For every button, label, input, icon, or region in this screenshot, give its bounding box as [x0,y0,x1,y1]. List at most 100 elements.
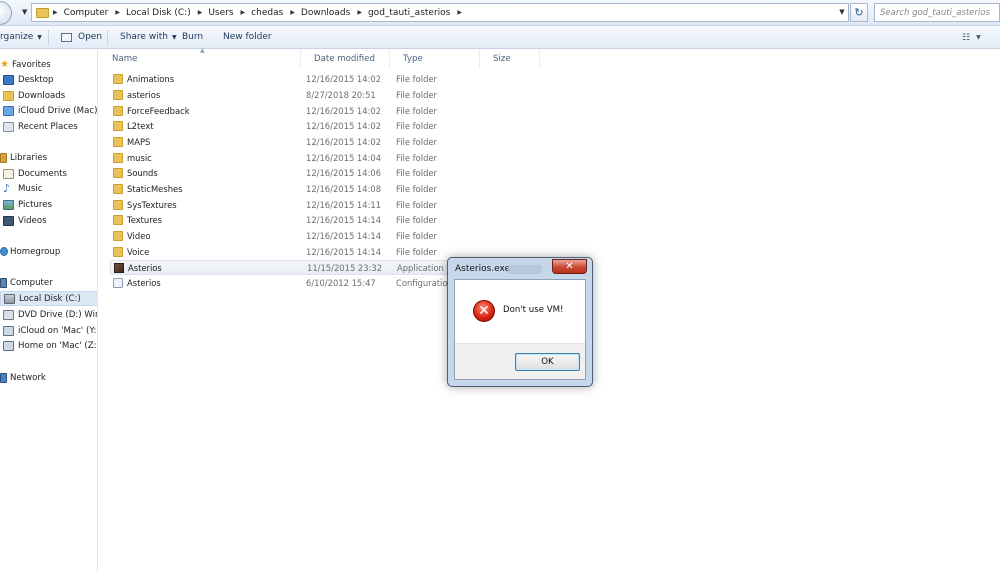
recent-places-icon [3,121,14,132]
address-box[interactable]: ▶ Computer ▶ Local Disk (C:) ▶ Users ▶ c… [31,3,849,22]
folder-icon [113,74,123,84]
column-header-type[interactable]: Type [390,50,480,68]
nav-recent-places[interactable]: Recent Places [3,119,78,134]
nav-dvd-drive[interactable]: DVD Drive (D:) Wind [3,307,97,322]
new-folder-label: New folder [223,32,272,42]
nav-favorites[interactable]: ★ Favorites [0,57,51,72]
nav-desktop-label: Desktop [18,74,54,85]
chevron-right-icon[interactable]: ▶ [115,9,120,16]
file-row[interactable]: Asterios 11/15/2015 23:32 Application [110,260,448,275]
ok-button[interactable]: OK [515,353,580,371]
refresh-icon[interactable]: ↻ [850,3,868,22]
file-row[interactable]: L2text 12/16/2015 14:02 File folder [110,119,448,134]
file-date: 12/16/2015 14:04 [306,153,382,163]
nav-libraries[interactable]: Libraries [0,150,47,165]
column-header-date[interactable]: Date modified [301,50,390,68]
column-header-row: Name Date modified Type Size [99,50,549,68]
nav-computer[interactable]: Computer [0,275,53,290]
network-icon [0,372,7,383]
computer-icon [0,277,7,288]
breadcrumb-local-disk[interactable]: Local Disk (C:) [126,8,191,18]
navigation-pane: ★ Favorites Desktop Downloads iCloud Dri… [0,50,98,572]
open-label: Open [78,32,103,42]
nav-local-disk[interactable]: Local Disk (C:) [0,291,97,306]
file-row[interactable]: StaticMeshes 12/16/2015 14:08 File folder [110,182,448,197]
file-row[interactable]: SysTextures 12/16/2015 14:11 File folder [110,198,448,213]
close-icon[interactable]: ✕ [552,259,587,274]
star-icon: ★ [0,59,9,70]
breadcrumb-downloads[interactable]: Downloads [301,8,350,18]
breadcrumb-computer[interactable]: Computer [64,8,109,18]
nav-desktop[interactable]: Desktop [3,72,53,87]
organize-button[interactable]: rganize ▼ [0,26,48,49]
nav-network-label: Network [10,372,46,383]
new-folder-button[interactable]: New folder [223,26,293,49]
file-row[interactable]: MAPS 12/16/2015 14:02 File folder [110,135,448,150]
file-type: File folder [396,215,437,225]
file-type: Application [397,263,444,273]
chevron-right-icon[interactable]: ▶ [53,9,58,16]
file-row[interactable]: Animations 12/16/2015 14:02 File folder [110,72,448,87]
breadcrumb-user[interactable]: chedas [251,8,283,18]
nav-home-mac[interactable]: Home on 'Mac' (Z:) [3,338,97,353]
breadcrumb-current-folder[interactable]: god_tauti_asterios [368,8,450,18]
error-icon: ✕ [473,300,495,322]
nav-documents-label: Documents [18,168,67,179]
libraries-icon [0,152,7,163]
nav-computer-label: Computer [10,277,53,288]
chevron-right-icon[interactable]: ▶ [290,9,295,16]
file-row[interactable]: ForceFeedback 12/16/2015 14:02 File folder [110,104,448,119]
file-row[interactable]: Textures 12/16/2015 14:14 File folder [110,213,448,228]
nav-videos-label: Videos [18,215,47,226]
nav-network[interactable]: Network [0,370,46,385]
burn-button[interactable]: Burn [182,26,223,49]
chevron-right-icon[interactable]: ▶ [457,9,462,16]
file-row[interactable]: music 12/16/2015 14:04 File folder [110,151,448,166]
nav-downloads[interactable]: Downloads [3,88,65,103]
nav-homegroup[interactable]: Homegroup [0,244,60,259]
address-history-dropdown-icon[interactable]: ▼ [836,5,848,19]
nav-pictures-label: Pictures [18,199,53,210]
column-header-size[interactable]: Size [480,50,540,68]
nav-documents[interactable]: Documents [3,166,67,181]
chevron-right-icon[interactable]: ▶ [241,9,246,16]
nav-icloud-mac-label: iCloud on 'Mac' (Y:) [18,325,98,336]
network-drive-icon [3,325,14,336]
open-button[interactable]: Open [61,26,107,49]
column-header-name[interactable]: Name [99,50,301,68]
search-input[interactable]: Search god_tauti_asterios [874,3,1000,22]
dialog-footer: OK [455,343,585,379]
file-row[interactable]: asterios 8/27/2018 20:51 File folder [110,88,448,103]
homegroup-icon [0,247,8,256]
file-row[interactable]: Video 12/16/2015 14:14 File folder [110,229,448,244]
nav-icloud-drive[interactable]: iCloud Drive (Mac) [3,103,97,118]
recent-pages-chevron-icon[interactable]: ▼ [22,8,30,16]
nav-icloud-mac[interactable]: iCloud on 'Mac' (Y:) [3,323,98,338]
file-type: File folder [396,231,437,241]
file-name: ForceFeedback [127,106,190,116]
nav-music[interactable]: ♪ Music [3,181,42,196]
file-row[interactable]: Asterios 6/10/2012 15:47 Configuration [110,276,453,291]
nav-pictures[interactable]: Pictures [3,197,52,212]
nav-videos[interactable]: Videos [3,213,47,228]
file-date: 12/16/2015 14:02 [306,106,382,116]
file-row[interactable]: Sounds 12/16/2015 14:06 File folder [110,166,448,181]
folder-icon [36,7,49,18]
folder-icon [113,168,123,178]
file-name: StaticMeshes [127,184,183,194]
file-date: 12/16/2015 14:06 [306,168,382,178]
nav-favorites-label: Favorites [11,59,51,70]
nav-downloads-label: Downloads [18,90,66,101]
config-file-icon [113,278,123,288]
desktop-icon [3,74,14,85]
breadcrumb-users[interactable]: Users [208,8,233,18]
chevron-right-icon[interactable]: ▶ [357,9,362,16]
change-view-button[interactable]: ☷ ▼ [962,30,990,45]
back-button[interactable] [0,1,12,25]
nav-local-disk-label: Local Disk (C:) [19,293,81,304]
share-with-button[interactable]: Share with ▼ [120,26,182,49]
file-row[interactable]: Voice 12/16/2015 14:14 File folder [110,245,448,260]
organize-label: rganize [0,32,34,42]
chevron-right-icon[interactable]: ▶ [198,9,203,16]
file-date: 12/16/2015 14:14 [306,247,382,257]
